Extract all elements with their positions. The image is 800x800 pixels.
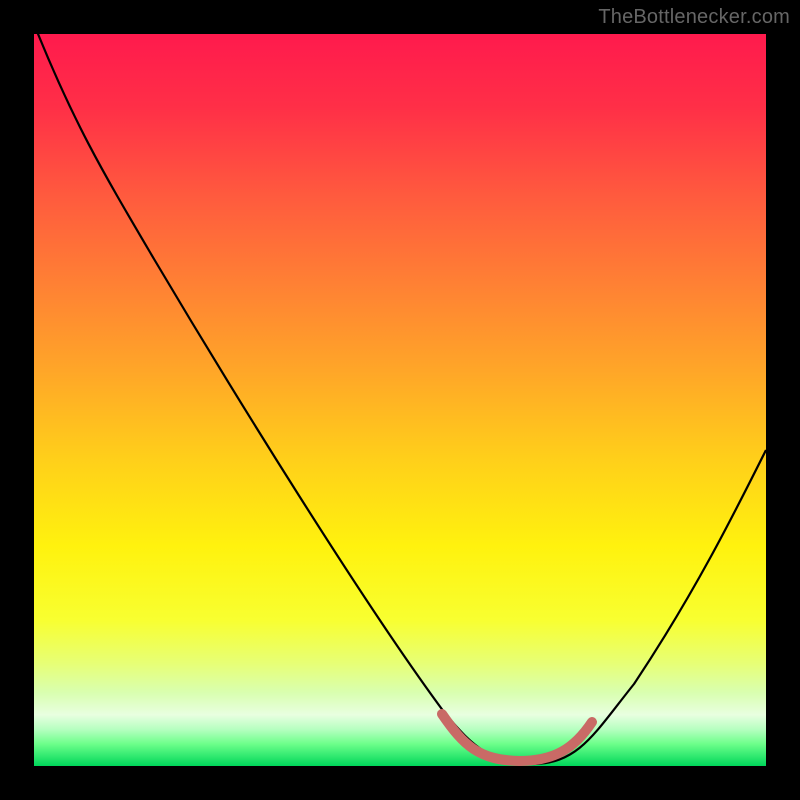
watermark-text: TheBottlenecker.com [598, 6, 790, 29]
chart-frame: TheBottlenecker.com [0, 0, 800, 800]
plot-area [34, 34, 766, 766]
curve-line [34, 34, 766, 764]
plot-svg [34, 34, 766, 766]
